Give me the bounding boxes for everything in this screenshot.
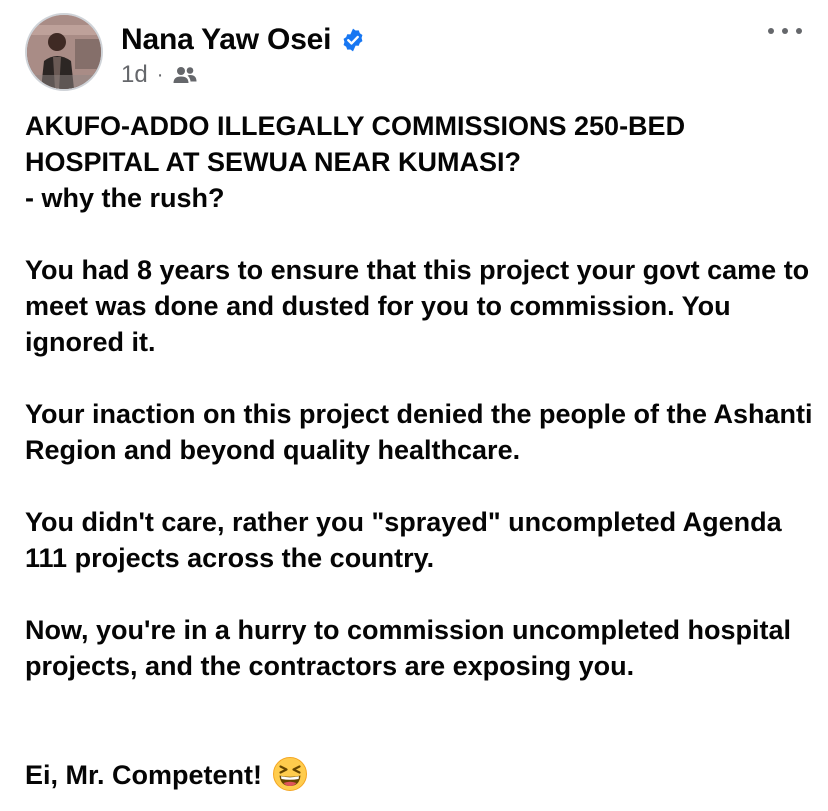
avatar[interactable] — [25, 13, 103, 91]
more-dot — [768, 28, 774, 34]
post-header: Nana Yaw Osei 1d · — [0, 0, 828, 100]
grinning-squinting-face-emoji-icon — [272, 720, 308, 791]
friends-icon[interactable] — [172, 64, 198, 86]
post-timestamp[interactable]: 1d — [121, 61, 148, 89]
more-dot — [796, 28, 802, 34]
author-row: Nana Yaw Osei — [121, 20, 366, 60]
post-paragraph: You didn't care, rather you "sprayed" un… — [25, 507, 782, 573]
verified-badge-icon — [340, 27, 366, 53]
post-meta: 1d · — [121, 60, 198, 90]
post-paragraph-headline: AKUFO-ADDO ILLEGALLY COMMISSIONS 250-BED… — [25, 111, 686, 213]
author-name[interactable]: Nana Yaw Osei — [121, 23, 332, 57]
more-options-icon[interactable] — [768, 20, 802, 42]
post-paragraph: You had 8 years to ensure that this proj… — [25, 255, 810, 357]
more-dot — [782, 28, 788, 34]
post-paragraph: Now, you're in a hurry to commission unc… — [25, 615, 792, 681]
closing-text: Ei, Mr. Competent! — [25, 760, 263, 790]
post-text: AKUFO-ADDO ILLEGALLY COMMISSIONS 250-BED… — [25, 108, 815, 793]
avatar-photo — [27, 15, 101, 89]
meta-separator: · — [156, 63, 164, 86]
post-closing-line: Ei, Mr. Competent! — [25, 720, 815, 793]
post-paragraph: Your inaction on this project denied the… — [25, 399, 813, 465]
